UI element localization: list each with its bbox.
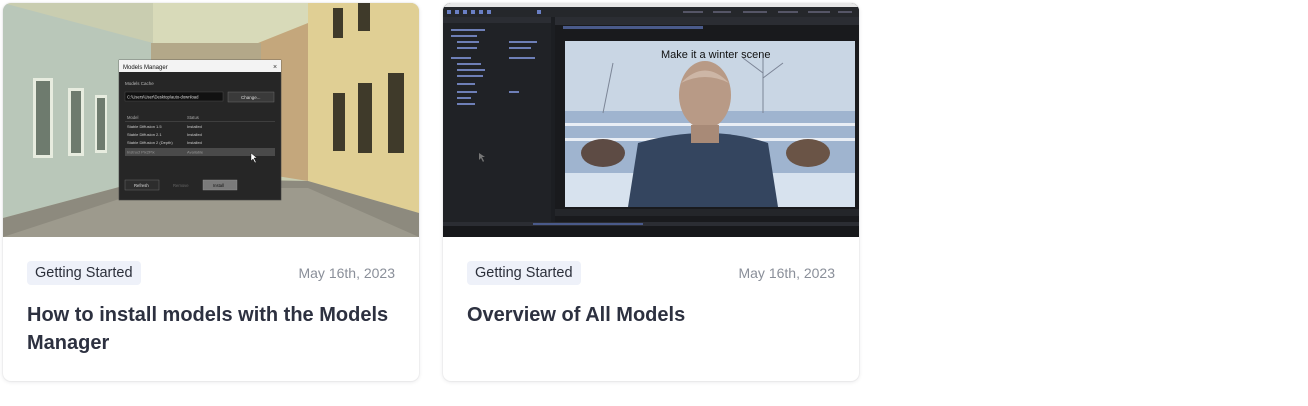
svg-text:Refresh: Refresh xyxy=(134,183,149,188)
svg-text:×: × xyxy=(273,64,277,71)
article-card[interactable]: Models Manager × Models Cache C:\Users\U… xyxy=(3,3,419,381)
svg-text:Model: Model xyxy=(127,115,138,120)
svg-text:C:\Users\User\Desktop\auto-dow: C:\Users\User\Desktop\auto-download xyxy=(127,95,199,100)
svg-text:Make it a winter scene: Make it a winter scene xyxy=(661,49,770,61)
article-meta: Getting Started May 16th, 2023 xyxy=(27,261,395,285)
svg-text:Installed: Installed xyxy=(187,140,202,145)
svg-text:Instruct Pix2Pix: Instruct Pix2Pix xyxy=(127,150,155,155)
publish-date: May 16th, 2023 xyxy=(738,265,835,281)
svg-text:Models Manager: Models Manager xyxy=(123,65,168,71)
article-meta: Getting Started May 16th, 2023 xyxy=(467,261,835,285)
article-thumbnail[interactable]: Models Manager × Models Cache C:\Users\U… xyxy=(3,3,419,237)
category-badge[interactable]: Getting Started xyxy=(27,261,141,285)
svg-text:Installed: Installed xyxy=(187,132,202,137)
svg-text:Models Cache: Models Cache xyxy=(125,81,154,86)
svg-text:Stable Diffusion 2 (Depth): Stable Diffusion 2 (Depth) xyxy=(127,140,173,145)
article-thumbnail[interactable]: Make it a winter scene xyxy=(443,3,859,237)
article-title[interactable]: Overview of All Models xyxy=(467,301,835,329)
editor-screenshot-image: Make it a winter scene xyxy=(443,3,859,237)
svg-text:Remove: Remove xyxy=(173,183,189,188)
publish-date: May 16th, 2023 xyxy=(298,265,395,281)
svg-text:Stable Diffusion 2.1: Stable Diffusion 2.1 xyxy=(127,132,162,137)
models-manager-dialog: Models Manager × Models Cache C:\Users\U… xyxy=(118,59,282,201)
svg-text:Change...: Change... xyxy=(241,95,261,100)
category-badge[interactable]: Getting Started xyxy=(467,261,581,285)
svg-text:Install: Install xyxy=(213,183,224,188)
article-grid: Models Manager × Models Cache C:\Users\U… xyxy=(0,0,1308,406)
article-card[interactable]: Make it a winter scene Getting Started M… xyxy=(443,3,859,381)
svg-text:Stable Diffusion 1.5: Stable Diffusion 1.5 xyxy=(127,124,162,129)
svg-text:Installed: Installed xyxy=(187,124,202,129)
svg-text:Available: Available xyxy=(187,150,204,155)
article-title[interactable]: How to install models with the Models Ma… xyxy=(27,301,395,357)
street-scene-image: Models Manager × Models Cache C:\Users\U… xyxy=(3,3,419,237)
svg-text:Status: Status xyxy=(187,115,199,120)
